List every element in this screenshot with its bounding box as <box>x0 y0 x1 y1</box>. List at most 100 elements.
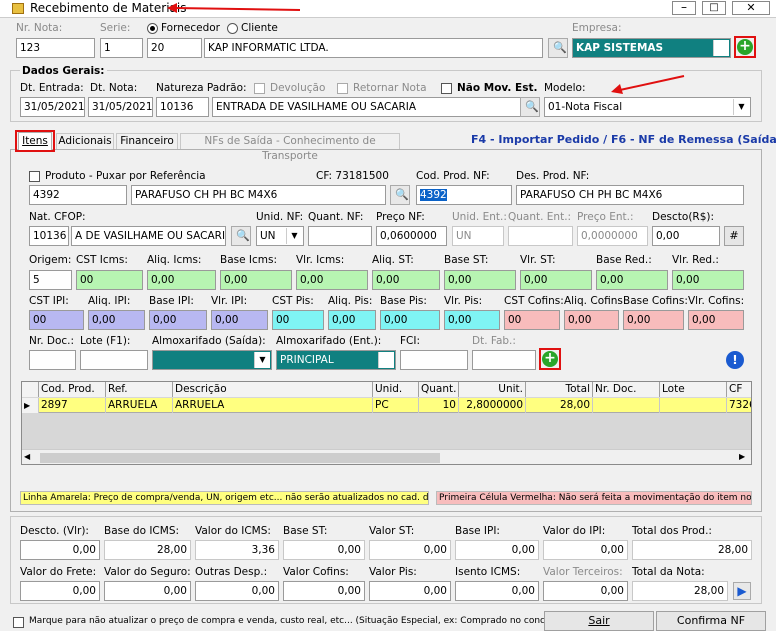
retornar-checkbox[interactable] <box>337 83 348 94</box>
cod-prod-nf-input[interactable]: 4392 <box>416 185 512 205</box>
natureza-name-input[interactable]: ENTRADA DE VASILHAME OU SACARIA <box>212 97 539 117</box>
info-icon[interactable]: ! <box>726 351 744 369</box>
preco-nf-input[interactable]: 0,0600000 <box>376 226 447 246</box>
col-cf[interactable]: CF <box>727 382 751 397</box>
base-icms-input[interactable]: 0,00 <box>220 270 292 290</box>
vlr-cofins-input[interactable]: 0,00 <box>688 310 744 330</box>
confirma-nf-button[interactable]: Confirma NF <box>656 611 766 631</box>
aliq-st-input[interactable]: 0,00 <box>372 270 440 290</box>
nr-nota-input[interactable]: 123 <box>16 38 95 58</box>
col-ref[interactable]: Ref. <box>106 382 173 397</box>
search-natureza-button[interactable]: 🔍 <box>520 97 540 117</box>
grid-hscrollbar[interactable]: ◀ ▶ <box>22 449 751 464</box>
hash-button[interactable]: # <box>724 226 744 246</box>
add-item-button[interactable]: + <box>542 351 558 367</box>
unid-ent-label: Unid. Ent.: <box>452 211 507 223</box>
radio-fornecedor[interactable] <box>147 23 158 34</box>
t-cofins-input[interactable]: 0,00 <box>283 581 365 601</box>
scroll-thumb[interactable] <box>40 453 440 463</box>
produto-name-input[interactable]: PARAFUSO CH PH BC M4X6 <box>131 185 386 205</box>
t-pis-input[interactable]: 0,00 <box>369 581 451 601</box>
aliq-pis-input[interactable]: 0,00 <box>328 310 376 330</box>
origem-input[interactable]: 5 <box>29 270 72 290</box>
col-unid[interactable]: Unid. <box>373 382 419 397</box>
t-terceiros-label: Valor Terceiros: <box>543 566 623 578</box>
devolucao-checkbox[interactable] <box>254 83 265 94</box>
vlr-st-input[interactable]: 0,00 <box>520 270 592 290</box>
aliq-ipi-input[interactable]: 0,00 <box>88 310 145 330</box>
nat-cfop-code-input[interactable]: 10136 <box>29 226 69 246</box>
unid-nf-select[interactable]: UN ▼ <box>256 226 304 246</box>
col-quant[interactable]: Quant. <box>419 382 459 397</box>
serie-input[interactable]: 1 <box>100 38 143 58</box>
maximize-button[interactable]: □ <box>702 1 726 15</box>
search-cfop-button[interactable]: 🔍 <box>231 226 251 246</box>
natureza-code-input[interactable]: 10136 <box>156 97 209 117</box>
radio-cliente[interactable] <box>227 23 238 34</box>
almox-saida-select[interactable]: ▼ <box>152 350 272 370</box>
dt-fab-input[interactable] <box>472 350 536 370</box>
t-terceiros-input[interactable]: 0,00 <box>543 581 628 601</box>
col-unit[interactable]: Unit. <box>459 382 526 397</box>
t-descto-input[interactable]: 0,00 <box>20 540 100 560</box>
table-row[interactable]: ▶ 2897 ARRUELA ARRUELA PC 10 2,8000000 2… <box>22 398 751 413</box>
minimize-button[interactable]: – <box>672 1 696 15</box>
col-lote[interactable]: Lote <box>660 382 727 397</box>
cst-ipi-input[interactable]: 00 <box>29 310 84 330</box>
scroll-left-icon[interactable]: ◀ <box>24 452 30 461</box>
fci-input[interactable] <box>400 350 468 370</box>
nao-atualizar-checkbox[interactable] <box>13 617 24 628</box>
search-produto-button[interactable]: 🔍 <box>390 185 410 205</box>
base-pis-input[interactable]: 0,00 <box>380 310 440 330</box>
t-frete-input[interactable]: 0,00 <box>20 581 100 601</box>
almox-ent-select[interactable]: PRINCIPAL ▼ <box>276 350 396 370</box>
base-red-input[interactable]: 0,00 <box>596 270 668 290</box>
fornecedor-code-input[interactable]: 20 <box>147 38 202 58</box>
scroll-right-icon[interactable]: ▶ <box>739 452 745 461</box>
tab-nfs-saida[interactable]: NFs de Saída - Conhecimento de Transport… <box>180 133 400 162</box>
t-pis-label: Valor Pis: <box>369 566 417 578</box>
play-arrow-icon[interactable]: ▶ <box>733 582 751 600</box>
t-isento-input[interactable]: 0,00 <box>455 581 539 601</box>
aliq-icms-input[interactable]: 0,00 <box>147 270 216 290</box>
cst-icms-input[interactable]: 00 <box>76 270 143 290</box>
col-cod-prod[interactable]: Cod. Prod. <box>39 382 106 397</box>
vlr-ipi-input[interactable]: 0,00 <box>211 310 268 330</box>
des-prod-nf-input[interactable]: PARAFUSO CH PH BC M4X6 <box>516 185 744 205</box>
empresa-select[interactable]: KAP SISTEMAS ▼ <box>572 38 731 58</box>
tab-financeiro[interactable]: Financeiro <box>116 133 178 149</box>
close-button[interactable]: ✕ <box>732 1 770 15</box>
col-total[interactable]: Total <box>526 382 593 397</box>
col-descricao[interactable]: Descrição <box>173 382 373 397</box>
search-fornecedor-button[interactable]: 🔍 <box>548 38 568 58</box>
add-empresa-button[interactable]: + <box>737 39 753 55</box>
sair-button[interactable]: Sair <box>544 611 654 631</box>
modelo-select[interactable]: 01-Nota Fiscal ▼ <box>544 97 751 117</box>
cst-pis-input[interactable]: 00 <box>272 310 324 330</box>
fornecedor-name-input[interactable]: KAP INFORMATIC LTDA. <box>204 38 543 58</box>
col-nr-doc[interactable]: Nr. Doc. <box>593 382 660 397</box>
quant-ent-label: Quant. Ent.: <box>508 211 572 223</box>
vlr-pis-input[interactable]: 0,00 <box>444 310 500 330</box>
nat-cfop-name-input[interactable]: A DE VASILHAME OU SACARIA <box>71 226 226 246</box>
aliq-cofins-input[interactable]: 0,00 <box>564 310 619 330</box>
nr-doc-input[interactable] <box>29 350 76 370</box>
cst-cofins-input[interactable]: 00 <box>504 310 560 330</box>
dt-entrada-input[interactable]: 31/05/2021 <box>20 97 85 117</box>
dt-nota-input[interactable]: 31/05/2021 <box>88 97 153 117</box>
descto-input[interactable]: 0,00 <box>652 226 720 246</box>
vlr-icms-input[interactable]: 0,00 <box>296 270 368 290</box>
chevron-down-icon: ▼ <box>378 352 394 368</box>
t-outras-input[interactable]: 0,00 <box>195 581 279 601</box>
vlr-red-input[interactable]: 0,00 <box>672 270 744 290</box>
nao-mov-checkbox[interactable] <box>441 83 452 94</box>
produto-code-input[interactable]: 4392 <box>29 185 127 205</box>
tab-adicionais[interactable]: Adicionais <box>56 133 114 149</box>
lote-input[interactable] <box>80 350 148 370</box>
quant-nf-input[interactable] <box>308 226 372 246</box>
t-seguro-input[interactable]: 0,00 <box>104 581 191 601</box>
base-cofins-input[interactable]: 0,00 <box>623 310 684 330</box>
base-ipi-input[interactable]: 0,00 <box>149 310 207 330</box>
produto-ref-checkbox[interactable] <box>29 171 40 182</box>
base-st-input[interactable]: 0,00 <box>444 270 516 290</box>
